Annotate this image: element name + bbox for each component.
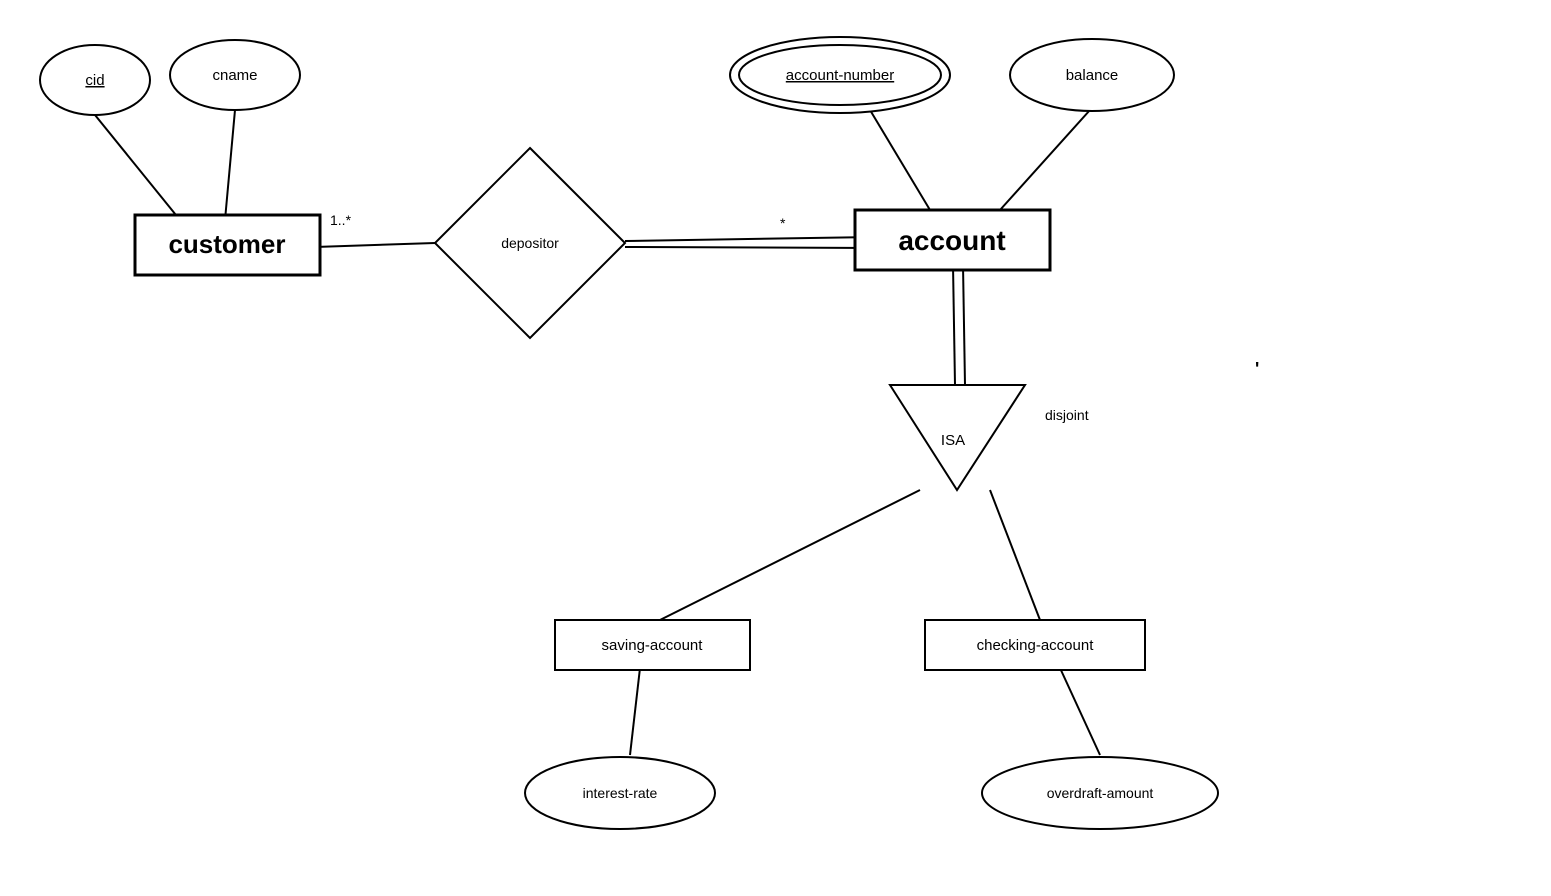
isa-label: ISA [941, 432, 965, 449]
attr-overdraft-amount-label: overdraft-amount [1047, 785, 1154, 801]
entity-saving-account-label: saving-account [602, 637, 704, 654]
attr-account-number-label: account-number [786, 67, 894, 84]
cardinality-account: * [780, 215, 786, 231]
attr-interest-rate-label: interest-rate [583, 785, 658, 801]
rel-depositor-label: depositor [501, 235, 559, 251]
entity-account-label: account [898, 225, 1005, 256]
attr-cid-label: cid [85, 72, 104, 89]
isa-disjoint-label: disjoint [1045, 407, 1089, 423]
note-dot: ' [1255, 359, 1259, 379]
attr-cname-label: cname [212, 67, 257, 84]
er-diagram: cid cname account-number balance custome… [0, 0, 1551, 891]
cardinality-customer: 1..* [330, 212, 352, 228]
entity-checking-account-label: checking-account [977, 637, 1095, 654]
attr-balance-label: balance [1066, 67, 1119, 84]
entity-customer-label: customer [168, 229, 285, 259]
